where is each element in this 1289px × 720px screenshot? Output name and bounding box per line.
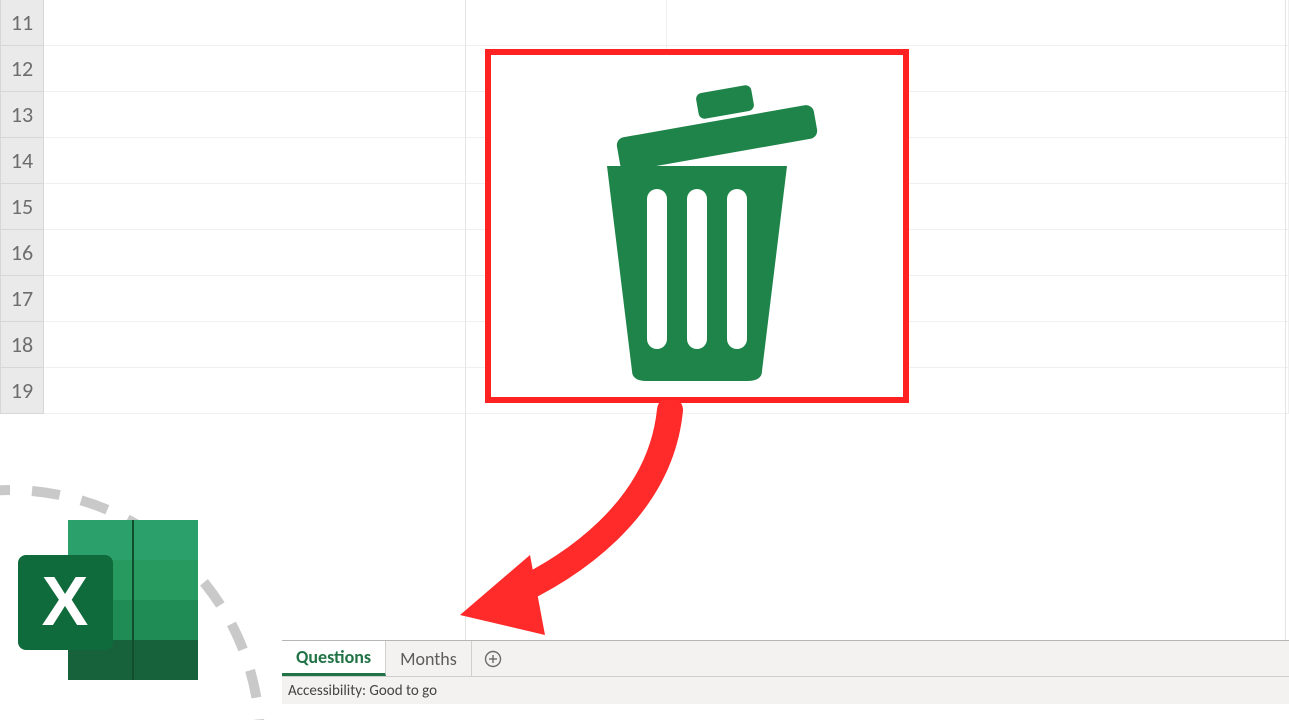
- row-header[interactable]: 14: [0, 138, 44, 184]
- row-header[interactable]: 19: [0, 368, 44, 414]
- sheet-tab-label: Questions: [296, 646, 371, 668]
- row-header[interactable]: 15: [0, 184, 44, 230]
- column-gridline: [1285, 0, 1286, 640]
- excel-window: 11 12 13 14 15 16 17 18: [0, 0, 1289, 720]
- row-header[interactable]: 12: [0, 46, 44, 92]
- row: 11: [0, 0, 1289, 46]
- sheet-tab-bar: Questions Months: [282, 640, 1289, 676]
- sheet-tab-months[interactable]: Months: [386, 641, 472, 676]
- accessibility-status: Accessibility: Good to go: [288, 682, 437, 700]
- row-header[interactable]: 11: [0, 0, 44, 46]
- cell[interactable]: [667, 0, 1289, 46]
- svg-text:X: X: [42, 562, 89, 640]
- trash-icon: [547, 71, 847, 381]
- row-header[interactable]: 18: [0, 322, 44, 368]
- row-header[interactable]: 13: [0, 92, 44, 138]
- sheet-tab-questions[interactable]: Questions: [282, 641, 386, 676]
- callout-box: [485, 49, 909, 403]
- plus-circle-icon: [484, 650, 502, 668]
- row-header[interactable]: 16: [0, 230, 44, 276]
- new-sheet-button[interactable]: [472, 641, 514, 676]
- sheet-tab-label: Months: [400, 648, 457, 670]
- column-gridline: [465, 0, 466, 640]
- cell[interactable]: [44, 0, 667, 46]
- row-header[interactable]: 17: [0, 276, 44, 322]
- status-bar: Accessibility: Good to go: [282, 676, 1289, 704]
- excel-logo-icon: X: [8, 510, 208, 690]
